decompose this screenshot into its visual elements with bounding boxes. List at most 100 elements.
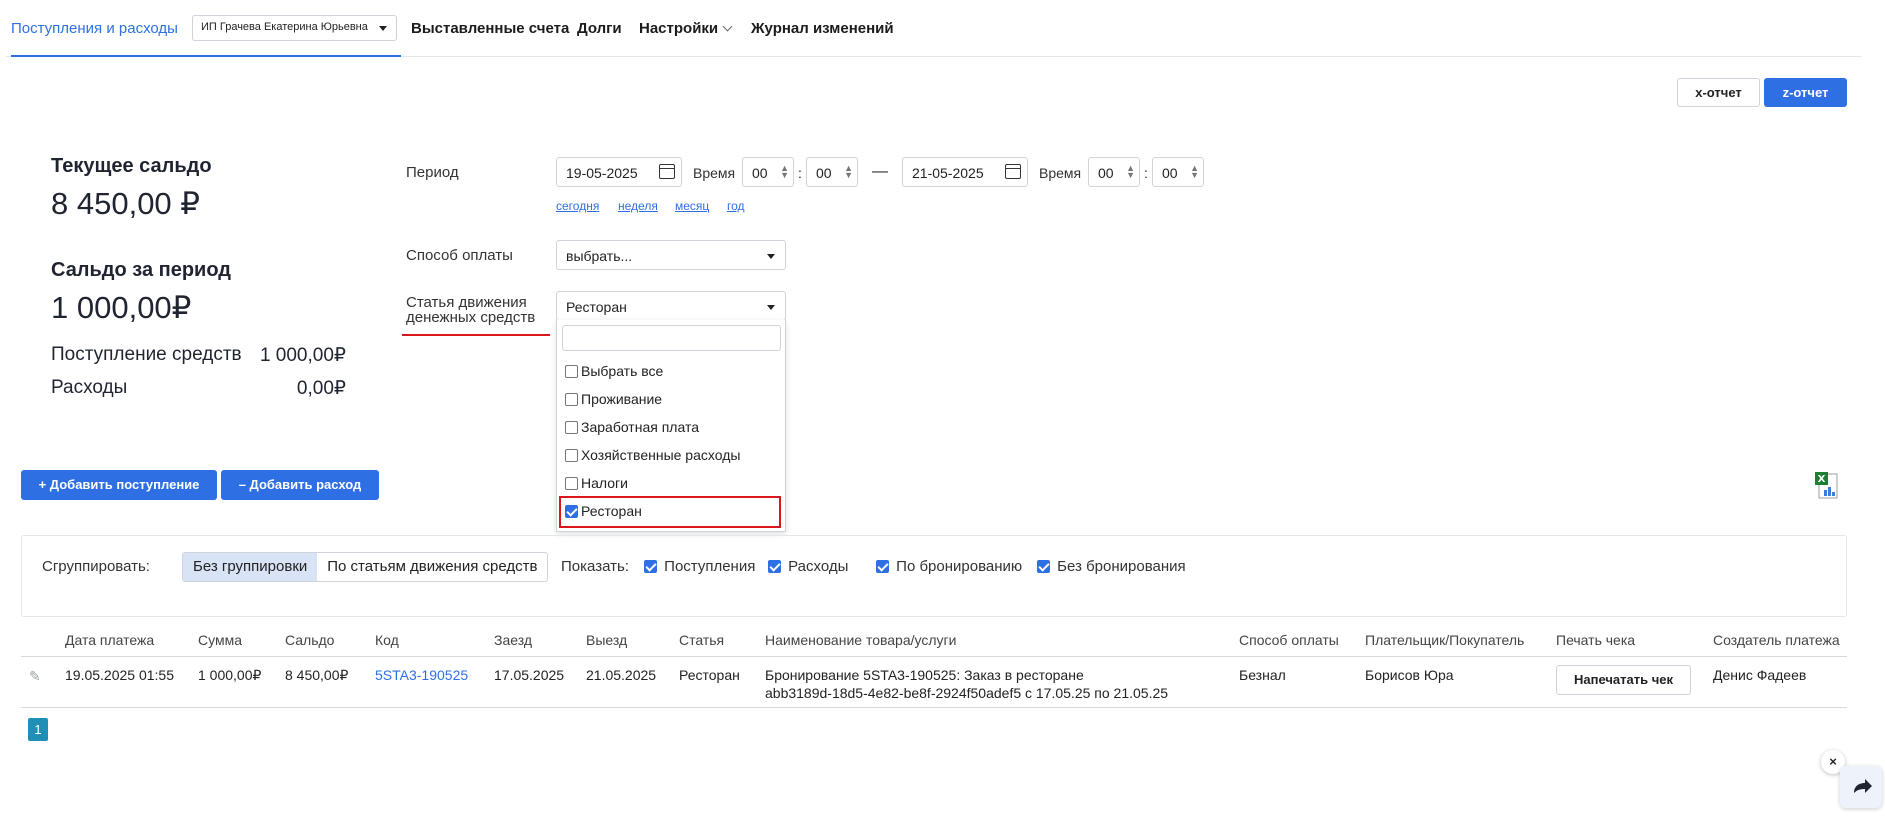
col-article[interactable]: Статья — [679, 632, 724, 648]
col-creator[interactable]: Создатель платежа — [1713, 632, 1840, 648]
chevron-down-icon — [722, 21, 733, 32]
col-checkin[interactable]: Заезд — [494, 632, 532, 648]
period-balance-title: Сальдо за период — [51, 259, 231, 281]
tab-changelog[interactable]: Журнал изменений — [751, 20, 894, 37]
time-from-minutes[interactable]: 00 ▲ ▼ — [806, 157, 858, 187]
checkbox-checked[interactable] — [768, 560, 781, 573]
col-date[interactable]: Дата платежа — [65, 632, 154, 648]
show-income-toggle[interactable]: Поступления — [644, 558, 755, 575]
col-checkout[interactable]: Выезд — [586, 632, 627, 648]
checkbox[interactable] — [565, 449, 578, 462]
checkbox-checked[interactable] — [644, 560, 657, 573]
time-from-hours[interactable]: 00 ▲ ▼ — [742, 157, 794, 187]
group-by-article-option[interactable]: По статьям движения средств — [317, 553, 547, 581]
dropdown-search-input[interactable] — [562, 325, 781, 351]
time-separator: : — [1144, 165, 1148, 181]
dropdown-option[interactable]: Проживание — [565, 391, 662, 407]
dropdown-option[interactable]: Заработная плата — [565, 419, 699, 435]
tab-invoices[interactable]: Выставленные счета — [411, 20, 569, 37]
grouping-panel: Сгруппировать: Без группировки По статья… — [21, 535, 1847, 617]
show-label: Показать: — [561, 558, 629, 575]
tab-settings-label: Настройки — [639, 20, 719, 37]
edit-pencil-icon[interactable]: ✎ — [29, 668, 41, 685]
print-receipt-button[interactable]: Напечатать чек — [1556, 665, 1691, 695]
option-label: Выбрать все — [581, 363, 664, 379]
checkbox-checked[interactable] — [1037, 560, 1050, 573]
col-sum[interactable]: Сумма — [198, 632, 242, 648]
current-balance-value: 8 450,00 ₽ — [51, 186, 201, 221]
dropdown-option[interactable]: Хозяйственные расходы — [565, 447, 740, 463]
checkbox[interactable] — [565, 393, 578, 406]
period-dash: — — [872, 163, 888, 180]
x-report-button[interactable]: x-отчет — [1677, 78, 1760, 107]
article-label-line1: Статья движения — [406, 294, 527, 311]
quick-month-link[interactable]: месяц — [675, 199, 709, 213]
add-expense-button[interactable]: – Добавить расход — [221, 470, 379, 500]
article-select[interactable]: Ресторан — [556, 291, 786, 321]
cell-code-link[interactable]: 5STA3-190525 — [375, 666, 468, 684]
tab-income-expenses[interactable]: Поступления и расходы — [11, 20, 178, 37]
dropdown-option[interactable]: Выбрать все — [565, 363, 663, 379]
expenses-label: Расходы — [51, 377, 128, 398]
col-name[interactable]: Наименование товара/услуги — [765, 632, 956, 648]
quick-year-link[interactable]: год — [727, 199, 745, 213]
spinner-icon[interactable]: ▲ ▼ — [844, 164, 853, 180]
quick-week-link[interactable]: неделя — [618, 199, 658, 213]
spinner-icon[interactable]: ▲ ▼ — [1126, 164, 1135, 180]
checkbox[interactable] — [565, 421, 578, 434]
tab-settings[interactable]: Настройки — [639, 20, 733, 37]
excel-export-icon[interactable]: X — [1815, 472, 1839, 500]
calendar-icon[interactable] — [1005, 164, 1021, 179]
show-expenses-toggle[interactable]: Расходы — [768, 558, 848, 575]
date-to-input[interactable]: 21-05-2025 — [902, 157, 1028, 187]
show-income-label: Поступления — [664, 558, 756, 575]
z-report-button[interactable]: z-отчет — [1764, 78, 1847, 107]
option-label: Хозяйственные расходы — [581, 447, 741, 463]
col-payer[interactable]: Плательщик/Покупатель — [1365, 632, 1524, 648]
current-balance-title: Текущее сальдо — [51, 155, 212, 177]
cell-name-line1: Бронирование 5STA3-190525: Заказ в ресто… — [765, 667, 1084, 683]
col-print[interactable]: Печать чека — [1556, 632, 1635, 648]
spinner-icon[interactable]: ▲ ▼ — [1190, 164, 1199, 180]
share-arrow-icon[interactable] — [1840, 766, 1882, 808]
payment-method-value: выбрать... — [566, 248, 633, 264]
page-button[interactable]: 1 — [28, 718, 48, 741]
time-to-minutes-value: 00 — [1162, 165, 1178, 181]
checkbox[interactable] — [565, 477, 578, 490]
calendar-icon[interactable] — [659, 164, 675, 179]
expenses-value: 0,00₽ — [296, 378, 346, 399]
article-label-line2: денежных средств — [406, 309, 536, 326]
time-to-hours[interactable]: 00 ▲ ▼ — [1088, 157, 1140, 187]
col-payment[interactable]: Способ оплаты — [1239, 632, 1339, 648]
group-none-option[interactable]: Без группировки — [183, 553, 318, 581]
add-income-button[interactable]: + Добавить поступление — [21, 470, 217, 500]
grouping-toggle: Без группировки По статьям движения сред… — [182, 552, 549, 582]
income-value: 1 000,00₽ — [259, 345, 346, 366]
org-select[interactable]: ИП Грачева Екатерина Юрьевна — [192, 15, 397, 41]
tab-debts[interactable]: Долги — [577, 20, 622, 37]
show-booking-toggle[interactable]: По бронированию — [876, 558, 1022, 575]
payment-method-select[interactable]: выбрать... — [556, 240, 786, 270]
cell-date: 19.05.2025 01:55 — [65, 667, 174, 683]
col-code[interactable]: Код — [375, 632, 399, 648]
col-balance[interactable]: Сальдо — [285, 632, 334, 648]
spinner-icon[interactable]: ▲ ▼ — [780, 164, 789, 180]
time-separator: : — [798, 165, 802, 181]
checkbox[interactable] — [565, 365, 578, 378]
article-select-value: Ресторан — [566, 299, 627, 315]
date-from-input[interactable]: 19-05-2025 — [556, 157, 682, 187]
cell-name-line2: abb3189d-18d5-4e82-be8f-2924f50adef5 с 1… — [765, 685, 1169, 701]
header-divider — [21, 656, 1847, 657]
show-no-booking-toggle[interactable]: Без бронирования — [1037, 558, 1186, 575]
date-from-value: 19-05-2025 — [566, 165, 638, 181]
cell-payer: Борисов Юра — [1365, 667, 1454, 683]
dropdown-option[interactable]: Налоги — [565, 475, 628, 491]
payment-method-label: Способ оплаты — [406, 247, 513, 264]
time-to-minutes[interactable]: 00 ▲ ▼ — [1152, 157, 1204, 187]
quick-today-link[interactable]: сегодня — [556, 199, 599, 213]
checkbox-checked[interactable] — [876, 560, 889, 573]
article-label: Статья движения денежных средств — [406, 295, 535, 325]
cell-balance: 8 450,00₽ — [285, 667, 349, 683]
period-balance-value: 1 000,00₽ — [51, 290, 192, 325]
cell-creator: Денис Фадеев — [1713, 667, 1807, 683]
